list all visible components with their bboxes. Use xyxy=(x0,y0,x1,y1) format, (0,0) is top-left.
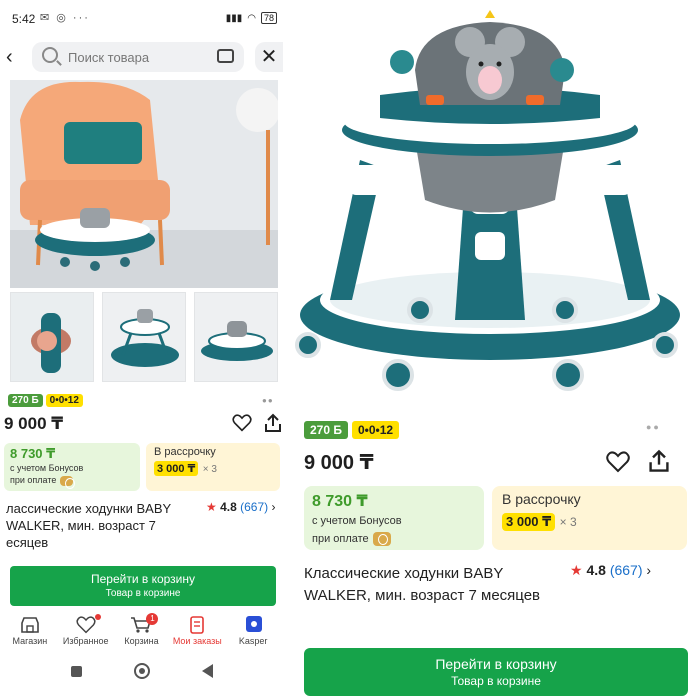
image-pager-dots: ●● xyxy=(646,422,661,432)
search-placeholder: Поиск товара xyxy=(68,50,150,65)
search-input[interactable]: Поиск товара xyxy=(32,42,244,72)
status-bar: 5:42 ✉ ◎ ··· ▮▮▮ ◠ 78 xyxy=(0,10,283,30)
tab-cart[interactable]: 1 Корзина xyxy=(114,612,170,652)
badge-row: 270 Б 0•0•12 xyxy=(8,394,83,407)
installment-price: 3 000 ₸ xyxy=(502,513,556,531)
heart-icon xyxy=(75,614,101,634)
tab-store[interactable]: Магазин xyxy=(2,612,58,652)
signal-icon: ▮▮▮ xyxy=(225,12,243,24)
cart-count-badge: 1 xyxy=(146,613,159,625)
installment-times: × 3 xyxy=(202,464,217,475)
image-pager-dots: ●● xyxy=(262,396,274,405)
screenshot-pair: 5:42 ✉ ◎ ··· ▮▮▮ ◠ 78 ‹ Поиск товара ✕ 2… xyxy=(0,0,700,700)
installment-card[interactable]: В рассрочку 3 000 ₸ × 3 xyxy=(146,443,280,491)
go-to-cart-button[interactable]: Перейти в корзину Товар в корзине xyxy=(10,566,276,606)
tab-favorites[interactable]: Избранное xyxy=(58,612,114,652)
bonus-badge: 270 Б xyxy=(8,394,43,407)
app-screen-left: 5:42 ✉ ◎ ··· ▮▮▮ ◠ 78 ‹ Поиск товара ✕ 2… xyxy=(0,0,283,700)
recents-icon[interactable] xyxy=(70,665,82,677)
chevron-right-icon: › xyxy=(271,500,276,514)
favorite-heart-icon[interactable] xyxy=(606,451,630,478)
notification-dot xyxy=(94,614,101,620)
rating-summary[interactable]: ★ 4.8 (667) › xyxy=(206,500,276,514)
favorite-heart-icon[interactable] xyxy=(232,414,252,437)
system-icons: ▮▮▮ ◠ 78 xyxy=(226,12,277,24)
orders-icon xyxy=(186,616,208,634)
product-price: 9 000 ₸ xyxy=(304,452,374,474)
bonus-price: 8 730 ₸ xyxy=(312,493,368,510)
notification-icons: ✉ ◎ ··· xyxy=(40,12,90,24)
installment-label: В рассрочку xyxy=(154,446,216,458)
bonus-price-card[interactable]: 8 730 ₸ с учетом Бонусов при оплате xyxy=(304,486,484,550)
bonus-note-line2: при оплате xyxy=(312,533,369,545)
go-to-cart-button[interactable]: Перейти в корзину Товар в корзине xyxy=(304,648,688,696)
thumbnail[interactable] xyxy=(102,292,186,382)
bonus-note-line2: при оплате xyxy=(10,475,57,485)
star-icon: ★ xyxy=(570,562,583,578)
bonus-price: 8 730 ₸ xyxy=(10,446,56,461)
thumbnail[interactable] xyxy=(194,292,278,382)
installment-times: × 3 xyxy=(559,515,577,529)
wifi-icon: ◠ xyxy=(247,12,256,24)
kaspersky-icon xyxy=(242,616,264,634)
product-title: лассические ходунки BABY WALKER, мин. во… xyxy=(6,501,171,550)
thumbnail[interactable] xyxy=(10,292,94,382)
bonus-note-line1: с учетом Бонусов xyxy=(10,463,84,473)
tab-label: Корзина xyxy=(124,636,159,646)
tab-orders[interactable]: Мои заказы xyxy=(169,612,225,652)
tab-label: Магазин xyxy=(12,636,48,646)
share-icon[interactable] xyxy=(648,449,670,478)
close-icon[interactable]: ✕ xyxy=(255,42,283,72)
bonus-coin-icon xyxy=(372,532,391,547)
tab-label: Избранное xyxy=(62,636,109,646)
installment-badge: 0•0•12 xyxy=(45,394,83,407)
tab-kaspersky[interactable]: Kasper xyxy=(225,612,281,652)
product-title: Классические ходунки BABY WALKER, мин. в… xyxy=(304,565,541,604)
bottom-tab-bar: Магазин Избранное 1 Корзина Мои заказы K… xyxy=(0,612,283,652)
bonus-badge: 270 Б xyxy=(304,421,348,439)
product-main-image[interactable] xyxy=(10,80,278,288)
thumbnail-strip xyxy=(10,292,278,382)
review-count[interactable]: (667) xyxy=(240,500,268,514)
tab-label: Мои заказы xyxy=(172,636,222,646)
status-time: 5:42 xyxy=(12,12,36,26)
installment-badge: 0•0•12 xyxy=(351,421,400,439)
home-icon[interactable] xyxy=(133,663,150,679)
installment-label: В рассрочку xyxy=(502,491,581,507)
bonus-price-card[interactable]: 8 730 ₸ с учетом Бонусов при оплате xyxy=(4,443,140,491)
cart-icon: 1 xyxy=(130,613,159,634)
bonus-note-line1: с учетом Бонусов xyxy=(312,515,402,527)
store-icon xyxy=(19,616,41,634)
battery-icon: 78 xyxy=(260,12,277,24)
rating-summary[interactable]: ★ 4.8 (667) › xyxy=(570,562,651,579)
search-row: ‹ Поиск товара ✕ xyxy=(0,40,283,74)
installment-card[interactable]: В рассрочку 3 000 ₸ × 3 xyxy=(492,486,687,550)
review-count[interactable]: (667) xyxy=(610,562,643,578)
cart-button-label: Перейти в корзину xyxy=(435,656,557,672)
bonus-coin-icon xyxy=(60,475,76,489)
rating-value: 4.8 xyxy=(220,500,237,514)
share-icon[interactable] xyxy=(264,413,282,438)
installment-price: 3 000 ₸ xyxy=(154,461,199,476)
system-nav-bar xyxy=(0,654,283,688)
camera-search-icon[interactable] xyxy=(217,49,234,63)
cart-button-sublabel: Товар в корзине xyxy=(451,674,541,688)
cart-button-label: Перейти в корзину xyxy=(90,572,196,586)
zoomed-detail: 270 Б 0•0•12 ●● 9 000 ₸ 8 730 ₸ с учетом… xyxy=(290,0,700,700)
rating-value: 4.8 xyxy=(586,562,606,578)
chevron-right-icon: › xyxy=(646,562,652,578)
search-icon xyxy=(42,47,58,63)
product-walker-image[interactable] xyxy=(290,0,700,410)
badge-row: 270 Б 0•0•12 xyxy=(304,421,400,439)
back-icon[interactable]: ‹ xyxy=(6,46,13,69)
product-price: 9 000 ₸ xyxy=(4,414,64,433)
cart-button-sublabel: Товар в корзине xyxy=(105,588,181,599)
back-nav-icon[interactable] xyxy=(201,664,213,678)
tab-label: Kasper xyxy=(238,636,268,646)
star-icon: ★ xyxy=(206,500,217,514)
